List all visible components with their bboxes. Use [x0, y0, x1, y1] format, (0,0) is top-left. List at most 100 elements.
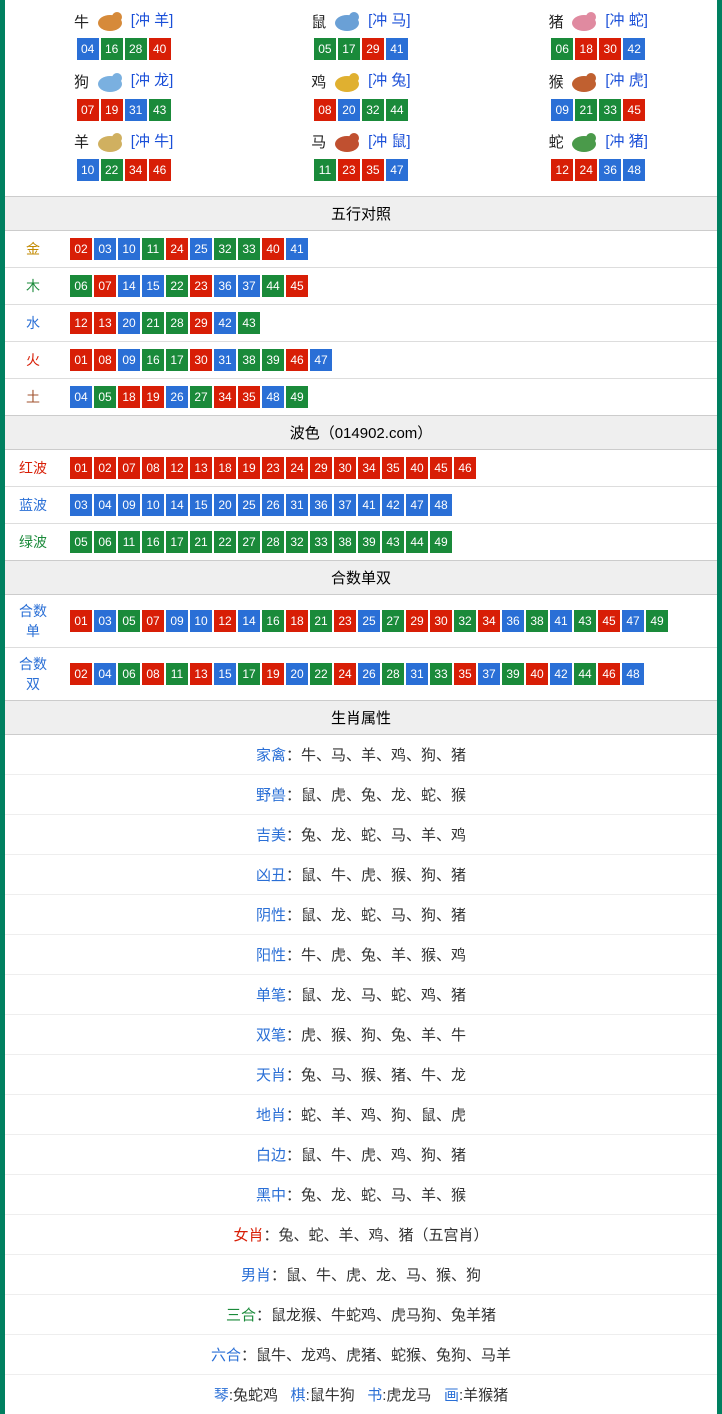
- zodiac-balls: 08203244: [242, 98, 479, 122]
- row-balls: 06071415222336374445: [61, 267, 717, 304]
- footer-key: 画: [444, 1387, 459, 1404]
- zodiac-balls: 09213345: [480, 98, 717, 122]
- ball: 03: [94, 610, 116, 632]
- ball: 30: [430, 610, 452, 632]
- attr-key: 吉美: [256, 827, 286, 844]
- ball: 09: [118, 494, 140, 516]
- attr-row: 野兽：鼠、虎、兔、龙、蛇、猴: [5, 774, 717, 814]
- row-label: 蓝波: [5, 486, 61, 523]
- ball: 17: [166, 349, 188, 371]
- attr-key: 凶丑: [256, 867, 286, 884]
- attr-key: 三合: [226, 1307, 256, 1324]
- zodiac-cell: 猴 [冲 虎] 09213345: [480, 65, 717, 125]
- zodiac-cell: 蛇 [冲 猪] 12243648: [480, 126, 717, 186]
- ball: 18: [118, 386, 140, 408]
- zodiac-name: 马: [311, 131, 326, 152]
- page-wrap: 牛 [冲 羊] 04162840 鼠 [冲 马] 05172941 猪 [冲 蛇…: [0, 0, 722, 1414]
- attr-val: ：兔、蛇、羊、鸡、猪（五宫肖）: [264, 1227, 489, 1244]
- zodiac-balls: 05172941: [242, 37, 479, 61]
- ball: 47: [406, 494, 428, 516]
- ball: 39: [262, 349, 284, 371]
- zodiac-balls: 11233547: [242, 158, 479, 182]
- attr-val: ：牛、虎、兔、羊、猴、鸡: [286, 947, 466, 964]
- ball: 22: [214, 531, 236, 553]
- ball: 37: [238, 275, 260, 297]
- ball: 23: [338, 159, 360, 181]
- row-label: 土: [5, 378, 61, 415]
- ball: 35: [454, 663, 476, 685]
- ball: 49: [430, 531, 452, 553]
- ball: 18: [214, 457, 236, 479]
- ball: 48: [622, 663, 644, 685]
- zodiac-cell: 鼠 [冲 马] 05172941: [242, 5, 479, 65]
- ball: 31: [406, 663, 428, 685]
- zodiac-clash: [冲 马]: [368, 12, 411, 29]
- ball: 11: [314, 159, 336, 181]
- ball: 29: [406, 610, 428, 632]
- ball: 45: [286, 275, 308, 297]
- ball: 32: [454, 610, 476, 632]
- table-row: 红波 0102070812131819232429303435404546: [5, 450, 717, 487]
- ball: 11: [118, 531, 140, 553]
- ball: 46: [454, 457, 476, 479]
- ball: 36: [599, 159, 621, 181]
- zodiac-balls: 10223446: [5, 158, 242, 182]
- ball: 10: [77, 159, 99, 181]
- ball: 38: [238, 349, 260, 371]
- attr-header: 生肖属性: [5, 700, 717, 735]
- ball: 04: [94, 494, 116, 516]
- ball: 04: [77, 38, 99, 60]
- attr-key: 家禽: [256, 747, 286, 764]
- ball: 34: [125, 159, 147, 181]
- zodiac-icon: [567, 70, 601, 94]
- ball: 01: [70, 610, 92, 632]
- ball: 33: [238, 238, 260, 260]
- attr-key: 黑中: [256, 1187, 286, 1204]
- ball: 07: [118, 457, 140, 479]
- ball: 33: [599, 99, 621, 121]
- zodiac-clash: [冲 兔]: [368, 72, 411, 89]
- table-row: 合数双 020406081113151719202224262831333537…: [5, 647, 717, 700]
- row-label: 红波: [5, 450, 61, 487]
- attr-row: 女肖：兔、蛇、羊、鸡、猪（五宫肖）: [5, 1214, 717, 1254]
- zodiac-name: 牛: [74, 11, 89, 32]
- zodiac-name: 猴: [549, 71, 564, 92]
- footer-key: 书: [367, 1387, 382, 1404]
- ball: 12: [551, 159, 573, 181]
- ball: 32: [214, 238, 236, 260]
- table-row: 金 02031011242532334041: [5, 231, 717, 268]
- ball: 46: [598, 663, 620, 685]
- ball: 41: [358, 494, 380, 516]
- zodiac-icon: [93, 9, 127, 33]
- ball: 30: [190, 349, 212, 371]
- table-row: 木 06071415222336374445: [5, 267, 717, 304]
- heshu-header: 合数单双: [5, 560, 717, 595]
- zodiac-grid: 牛 [冲 羊] 04162840 鼠 [冲 马] 05172941 猪 [冲 蛇…: [5, 0, 717, 196]
- ball: 32: [286, 531, 308, 553]
- ball: 40: [149, 38, 171, 60]
- ball: 33: [310, 531, 332, 553]
- ball: 38: [526, 610, 548, 632]
- ball: 23: [190, 275, 212, 297]
- zodiac-cell: 鸡 [冲 兔] 08203244: [242, 65, 479, 125]
- zodiac-icon: [330, 130, 364, 154]
- zodiac-icon: [567, 130, 601, 154]
- table-row: 蓝波 03040910141520252631363741424748: [5, 486, 717, 523]
- ball: 47: [310, 349, 332, 371]
- ball: 11: [166, 663, 188, 685]
- ball: 42: [550, 663, 572, 685]
- ball: 47: [622, 610, 644, 632]
- ball: 43: [382, 531, 404, 553]
- ball: 19: [142, 386, 164, 408]
- attr-val: ：兔、龙、蛇、马、羊、猴: [286, 1187, 466, 1204]
- attr-val: ：鼠、牛、虎、鸡、狗、猪: [286, 1147, 466, 1164]
- zodiac-clash: [冲 虎]: [605, 72, 648, 89]
- zodiac-icon: [567, 9, 601, 33]
- zodiac-clash: [冲 鼠]: [368, 133, 411, 150]
- bose-header: 波色（014902.com）: [5, 415, 717, 450]
- ball: 03: [94, 238, 116, 260]
- attr-row: 阴性：鼠、龙、蛇、马、狗、猪: [5, 894, 717, 934]
- zodiac-clash: [冲 龙]: [131, 72, 174, 89]
- ball: 05: [70, 531, 92, 553]
- ball: 37: [334, 494, 356, 516]
